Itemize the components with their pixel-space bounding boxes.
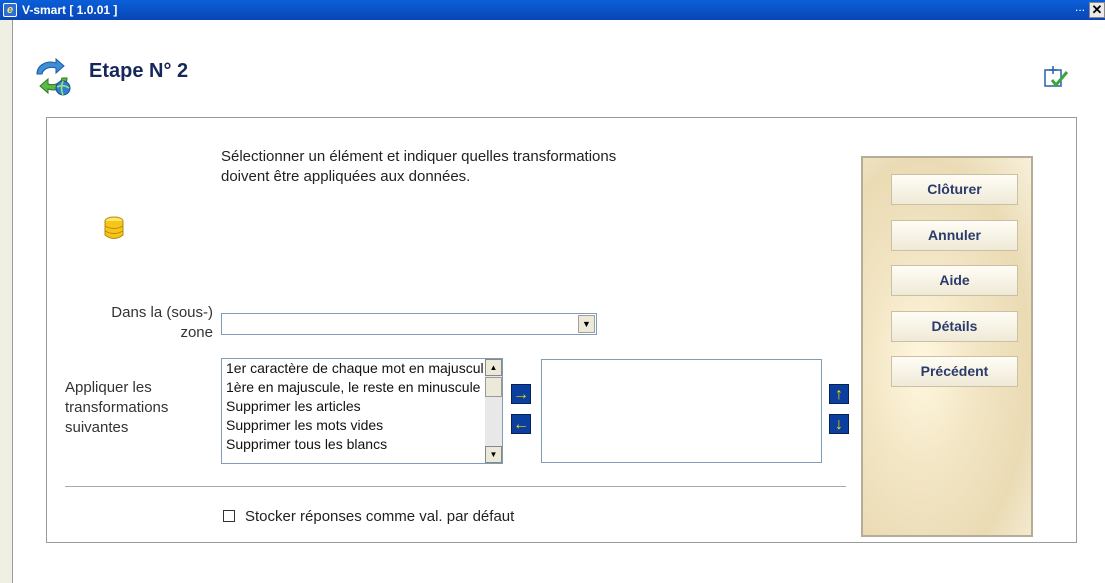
scroll-down-icon[interactable]: ▼ bbox=[485, 446, 502, 463]
remove-transformation-button[interactable]: ← bbox=[511, 414, 531, 434]
transform-label: Appliquer les transformations suivantes bbox=[65, 378, 168, 438]
transform-label-line-3: suivantes bbox=[65, 419, 129, 436]
page-title: Etape N° 2 bbox=[89, 60, 189, 82]
zone-label: Dans la (sous-) zone bbox=[67, 303, 213, 343]
list-item[interactable]: 1ère en majuscule, le reste en minuscule bbox=[222, 378, 484, 397]
transform-label-line-2: transformations bbox=[65, 399, 169, 416]
store-default-row[interactable]: Stocker réponses comme val. par défaut bbox=[223, 508, 514, 525]
zone-select[interactable]: ▼ bbox=[221, 313, 597, 335]
window-titlebar: e V-smart [ 1.0.01 ] ... ✕ bbox=[0, 0, 1105, 20]
list-scrollbar[interactable]: ▲ ▼ bbox=[485, 359, 502, 463]
add-transformation-button[interactable]: → bbox=[511, 384, 531, 404]
scroll-up-icon[interactable]: ▲ bbox=[485, 359, 502, 376]
help-button[interactable]: Aide bbox=[891, 265, 1018, 296]
list-item[interactable]: Supprimer tous les blancs bbox=[222, 435, 484, 454]
move-up-button[interactable]: ↑ bbox=[829, 384, 849, 404]
side-button-panel: Clôturer Annuler Aide Détails Précédent bbox=[861, 156, 1033, 537]
details-button[interactable]: Détails bbox=[891, 311, 1018, 342]
store-default-label: Stocker réponses comme val. par défaut bbox=[245, 508, 515, 525]
window-close-button[interactable]: ✕ bbox=[1089, 2, 1105, 18]
divider bbox=[65, 486, 846, 487]
instructions-line-2: doivent être appliquées aux données. bbox=[221, 168, 471, 185]
list-item[interactable]: 1er caractère de chaque mot en majuscule bbox=[222, 359, 484, 378]
close-button[interactable]: Clôturer bbox=[891, 174, 1018, 205]
list-item[interactable]: Supprimer les mots vides bbox=[222, 416, 484, 435]
list-item[interactable]: Supprimer les articles bbox=[222, 397, 484, 416]
instructions: Sélectionner un élément et indiquer quel… bbox=[221, 147, 781, 187]
wizard-panel: Sélectionner un élément et indiquer quel… bbox=[46, 117, 1077, 543]
help-pointer-icon[interactable] bbox=[1043, 64, 1069, 90]
previous-button[interactable]: Précédent bbox=[891, 356, 1018, 387]
window-title: V-smart [ 1.0.01 ] bbox=[22, 3, 118, 17]
zone-label-line-2: zone bbox=[180, 324, 213, 341]
scroll-thumb[interactable] bbox=[485, 377, 502, 397]
window-dots: ... bbox=[1074, 0, 1085, 14]
move-down-button[interactable]: ↓ bbox=[829, 414, 849, 434]
refresh-globe-icon bbox=[36, 57, 71, 96]
browser-icon: e bbox=[3, 3, 17, 17]
transform-label-line-1: Appliquer les bbox=[65, 379, 152, 396]
cancel-button[interactable]: Annuler bbox=[891, 220, 1018, 251]
page-content: Etape N° 2 Sélectionner un élément et in… bbox=[12, 20, 1105, 583]
chevron-down-icon[interactable]: ▼ bbox=[578, 315, 595, 333]
database-icon bbox=[104, 216, 124, 239]
zone-label-line-1: Dans la (sous-) bbox=[111, 304, 213, 321]
store-default-checkbox[interactable] bbox=[223, 510, 235, 522]
selected-transformations-list[interactable] bbox=[541, 359, 822, 463]
instructions-line-1: Sélectionner un élément et indiquer quel… bbox=[221, 148, 617, 165]
available-transformations-list[interactable]: 1er caractère de chaque mot en majuscule… bbox=[221, 358, 503, 464]
